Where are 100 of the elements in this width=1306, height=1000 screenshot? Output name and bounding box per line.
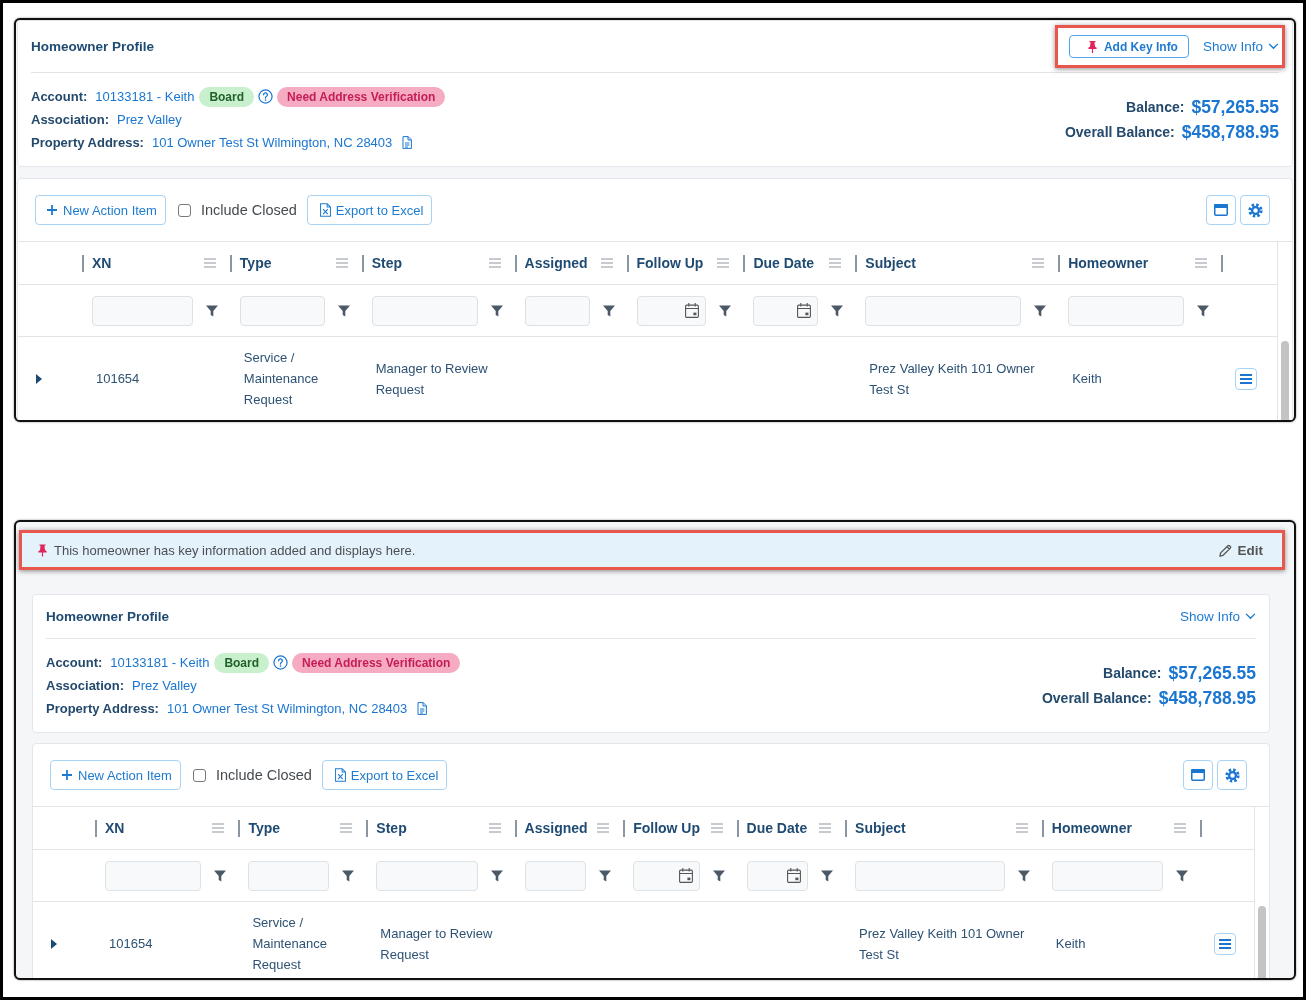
pin-icon	[1087, 40, 1097, 53]
filter-icon[interactable]	[599, 869, 612, 882]
filter-icon[interactable]	[342, 869, 355, 882]
filter-icon[interactable]	[831, 304, 844, 317]
table-cell-text: Service / Maintenance Request	[243, 349, 320, 409]
calendar-icon[interactable]	[685, 303, 700, 318]
export-to-excel-button[interactable]: Export to Excel	[321, 760, 448, 790]
column-header[interactable]: Homeowner	[1068, 255, 1149, 271]
filter-icon[interactable]	[490, 304, 503, 317]
field-label: Property Address:	[46, 701, 159, 716]
show-info-link[interactable]: Show Info	[1179, 609, 1256, 624]
include-closed-checkbox[interactable]	[177, 203, 191, 217]
filter-input[interactable]	[524, 860, 587, 891]
filter-input[interactable]	[248, 860, 330, 891]
profile-title: Homeowner Profile	[31, 39, 155, 54]
pencil-icon	[1218, 543, 1232, 557]
column-header[interactable]: Step	[376, 820, 407, 836]
date-filter-input[interactable]	[746, 860, 809, 891]
document-icon[interactable]	[402, 136, 413, 149]
column-header[interactable]: Subject	[855, 820, 906, 836]
settings-button[interactable]	[1217, 760, 1247, 790]
account-link[interactable]: 10133181 - Keith	[110, 655, 210, 670]
filter-icon[interactable]	[205, 304, 218, 317]
column-header[interactable]: Due Date	[753, 255, 815, 271]
date-filter-input[interactable]	[753, 295, 819, 326]
filter-icon[interactable]	[1197, 304, 1210, 317]
filter-input[interactable]	[865, 295, 1022, 326]
tag: Need Address Verification	[292, 652, 461, 673]
settings-button[interactable]	[1240, 195, 1270, 225]
document-x-icon	[334, 768, 346, 782]
caret-icon[interactable]	[51, 938, 57, 949]
chevron-down-icon	[1245, 613, 1256, 620]
column-header[interactable]: Type	[248, 820, 281, 836]
column-header[interactable]: Follow Up	[636, 255, 704, 271]
add-key-info-button[interactable]: Add Key Info	[1068, 35, 1189, 58]
filter-input[interactable]	[524, 295, 590, 326]
filter-input[interactable]	[239, 295, 325, 326]
filter-icon[interactable]	[490, 869, 503, 882]
help-icon[interactable]	[258, 89, 274, 104]
include-closed-checkbox[interactable]	[192, 768, 206, 782]
pin-icon	[38, 543, 47, 557]
column-header[interactable]: Step	[371, 255, 403, 271]
field-label: Association:	[46, 678, 124, 693]
account-link[interactable]: 10133181 - Keith	[95, 89, 195, 104]
column-header[interactable]: Subject	[865, 255, 916, 271]
calendar-icon[interactable]	[787, 868, 802, 883]
column-header[interactable]: Due Date	[746, 820, 808, 836]
filter-input[interactable]	[1068, 295, 1185, 326]
filter-icon[interactable]	[821, 869, 834, 882]
row-menu-button[interactable]	[1213, 932, 1236, 955]
filter-input[interactable]	[105, 860, 202, 891]
row-menu-button[interactable]	[1235, 367, 1258, 390]
filter-icon[interactable]	[1175, 869, 1188, 882]
balance-label: Balance:	[1126, 99, 1185, 115]
filter-input[interactable]	[1051, 860, 1163, 891]
column-header[interactable]: Follow Up	[633, 820, 701, 836]
field-label: Account:	[46, 655, 103, 670]
filter-input[interactable]	[855, 860, 1005, 891]
address-link[interactable]: 101 Owner Test St Wilmington, NC 28403	[151, 135, 393, 150]
new-action-item-button[interactable]: New Action Item	[50, 760, 181, 790]
show-info-link[interactable]: Show Info	[1202, 39, 1279, 54]
filter-input[interactable]	[91, 295, 193, 326]
column-header[interactable]: Type	[239, 255, 272, 271]
calendar-icon[interactable]	[797, 303, 812, 318]
plus-icon	[62, 770, 72, 780]
document-x-icon	[319, 203, 331, 217]
column-header[interactable]: Homeowner	[1051, 820, 1132, 836]
association-link[interactable]: Prez Valley	[117, 112, 182, 127]
panel-toggle-button[interactable]	[1183, 760, 1213, 790]
export-to-excel-button[interactable]: Export to Excel	[306, 195, 433, 225]
address-link[interactable]: 101 Owner Test St Wilmington, NC 28403	[166, 701, 408, 716]
include-closed-label[interactable]: Include Closed	[215, 767, 312, 783]
filter-icon[interactable]	[602, 304, 615, 317]
menu-icon	[1240, 373, 1253, 384]
date-filter-input[interactable]	[633, 860, 700, 891]
edit-button[interactable]: Edit	[1218, 542, 1263, 558]
column-header[interactable]: Assigned	[524, 820, 588, 836]
calendar-icon[interactable]	[678, 868, 693, 883]
filter-icon[interactable]	[1034, 304, 1047, 317]
chevron-down-icon	[1268, 43, 1279, 50]
panel-toggle-button[interactable]	[1206, 195, 1236, 225]
caret-icon[interactable]	[36, 373, 42, 384]
column-header[interactable]: Assigned	[524, 255, 588, 271]
filter-icon[interactable]	[214, 869, 227, 882]
column-header[interactable]: XN	[91, 255, 112, 271]
filter-icon[interactable]	[719, 304, 732, 317]
filter-input[interactable]	[371, 295, 478, 326]
include-closed-label[interactable]: Include Closed	[200, 202, 297, 218]
association-link[interactable]: Prez Valley	[132, 678, 197, 693]
date-filter-input[interactable]	[636, 295, 707, 326]
column-header[interactable]: XN	[105, 820, 125, 836]
filter-icon[interactable]	[712, 869, 725, 882]
document-icon[interactable]	[417, 702, 428, 715]
balance-amount: $57,265.55	[1168, 662, 1256, 684]
filter-input[interactable]	[376, 860, 478, 891]
new-action-item-button[interactable]: New Action Item	[35, 195, 166, 225]
help-icon[interactable]	[273, 655, 289, 670]
filter-icon[interactable]	[337, 304, 350, 317]
balance-label: Overall Balance:	[1041, 690, 1152, 706]
filter-icon[interactable]	[1017, 869, 1030, 882]
